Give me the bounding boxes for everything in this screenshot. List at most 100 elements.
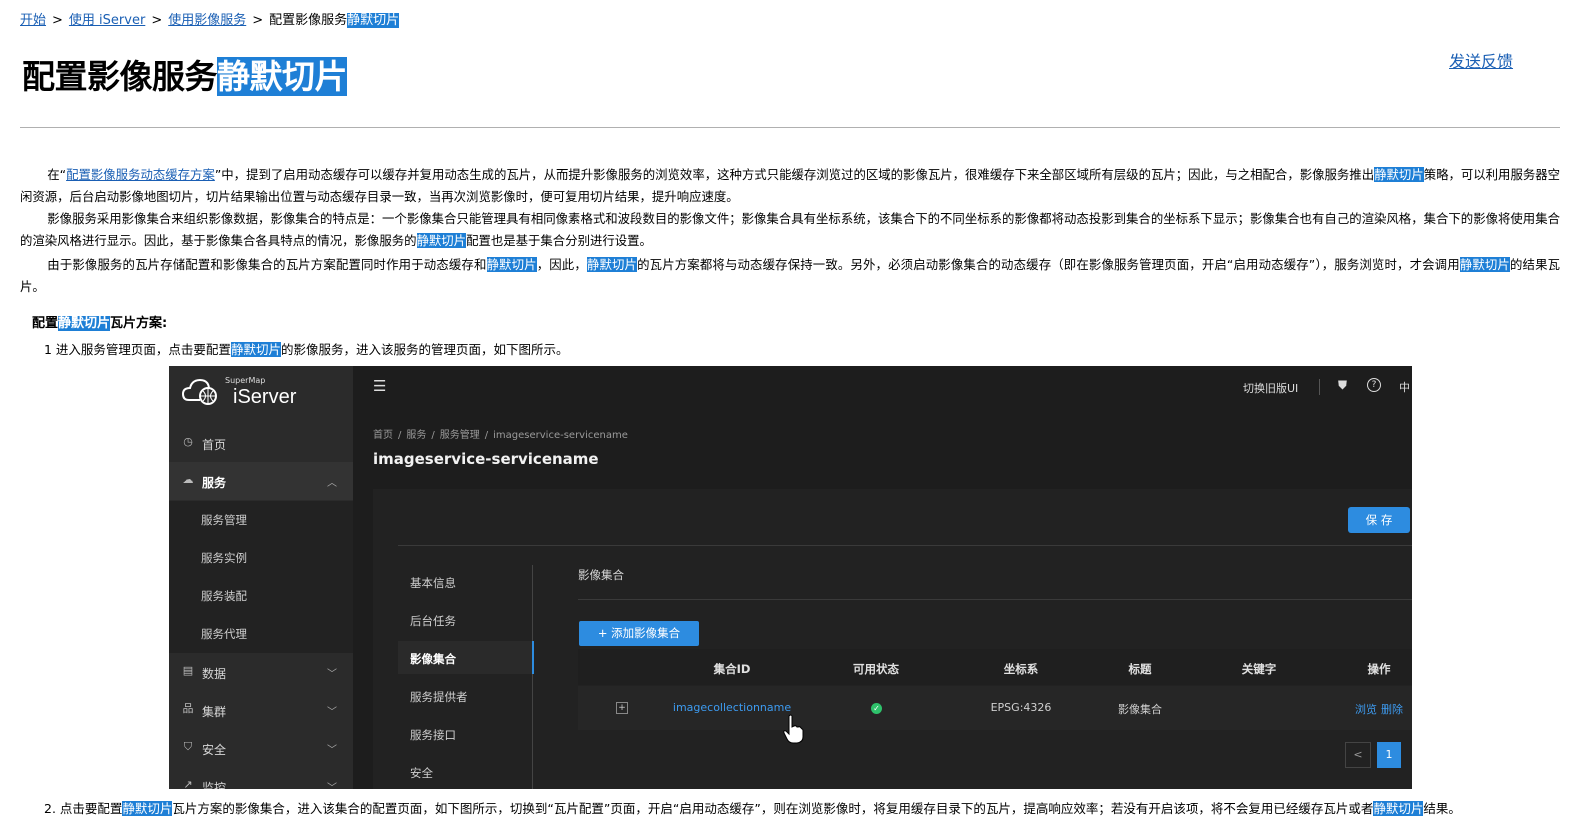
- search-highlight: 静默切片: [486, 257, 537, 272]
- step-text: 的影像服务，进入该服务的管理页面，如下图所示。: [280, 342, 569, 357]
- tab-image-collections[interactable]: 影像集合: [398, 641, 534, 674]
- search-highlight: 静默切片: [1459, 257, 1510, 272]
- sidebar-item-label: 首页: [202, 438, 227, 452]
- sidebar-item-label: 服务实例: [201, 551, 247, 565]
- iserver-screenshot: SuperMap iServer ◷ 首页 ☁ 服务 ︿ 服务管理 服务实例 服…: [169, 366, 1412, 789]
- sidebar-item-security[interactable]: ⛉ 安全 ﹀: [169, 729, 353, 767]
- search-highlight: 静默切片: [1374, 167, 1424, 182]
- title-divider: [20, 127, 1560, 128]
- sidebar-item-home[interactable]: ◷ 首页: [169, 424, 353, 462]
- breadcrumb-separator: >: [252, 13, 264, 28]
- tab-service-providers[interactable]: 服务提供者: [398, 679, 532, 712]
- send-feedback-link[interactable]: 发送反馈: [1449, 48, 1513, 72]
- sidebar-item-label: 服务: [202, 476, 227, 490]
- paragraph-text: 影像服务采用影像集合来组织影像数据，影像集合的特点是：一个影像集合只能管理具有相…: [20, 211, 1560, 248]
- add-collection-button[interactable]: + 添加影像集合: [579, 621, 699, 646]
- sidebar-item-label: 安全: [202, 743, 227, 757]
- switch-old-ui-link[interactable]: 切换旧版UI: [1243, 380, 1298, 396]
- sidebar-subitem-service-management[interactable]: 服务管理: [169, 501, 353, 539]
- cluster-icon: 品: [182, 702, 194, 715]
- tab-basic-info[interactable]: 基本信息: [398, 565, 532, 598]
- check-circle-icon: ✓: [871, 703, 882, 714]
- tab-label: 服务提供者: [410, 690, 468, 704]
- chevron-down-icon: ﹀: [327, 783, 337, 789]
- column-header: 坐标系: [1003, 662, 1039, 676]
- chevron-down-icon: ﹀: [327, 669, 337, 680]
- theme-icon[interactable]: ⛊: [1338, 378, 1347, 393]
- paragraph-text: 由于影像服务的瓦片存储配置和影像集合的瓦片方案配置同时作用于动态缓存和: [47, 257, 487, 272]
- breadcrumb-use-iserver-link[interactable]: 使用 iServer: [69, 13, 145, 28]
- crumb-home[interactable]: 首页: [373, 430, 393, 441]
- sidebar-item-label: 服务代理: [201, 627, 247, 641]
- tab-label: 基本信息: [410, 576, 456, 590]
- sidebar-item-monitor[interactable]: ↗ 监控 ﹀: [169, 767, 353, 789]
- collection-paragraph: 影像服务采用影像集合来组织影像数据，影像集合的特点是：一个影像集合只能管理具有相…: [20, 208, 1560, 252]
- tile-scheme-paragraph: 由于影像服务的瓦片存储配置和影像集合的瓦片方案配置同时作用于动态缓存和静默切片，…: [20, 254, 1560, 298]
- hand-cursor-icon: [783, 714, 804, 744]
- title-cell: 影像集合: [1118, 703, 1162, 716]
- crs-cell: EPSG:4326: [990, 701, 1052, 714]
- crumb-service-management[interactable]: 服务管理: [440, 430, 480, 441]
- tab-security[interactable]: 安全: [398, 755, 532, 788]
- search-highlight: 静默切片: [217, 57, 348, 96]
- crumb-services[interactable]: 服务: [406, 430, 426, 441]
- actions-cell: 浏览 删除: [1353, 701, 1405, 717]
- crumb-separator: /: [484, 430, 489, 441]
- tab-background-tasks[interactable]: 后台任务: [398, 603, 532, 636]
- crumb-separator: /: [398, 430, 402, 441]
- collection-section-title: 影像集合: [578, 568, 624, 582]
- step-text: 瓦片方案的影像集合，进入该集合的配置页面，如下图所示，切换到“瓦片配置”页面，开…: [172, 801, 1374, 816]
- tab-service-interfaces[interactable]: 服务接口: [398, 717, 532, 750]
- breadcrumb: 开始 > 使用 iServer > 使用影像服务 > 配置影像服务静默切片: [20, 9, 400, 28]
- delete-link[interactable]: 删除: [1381, 703, 1403, 716]
- database-icon: ▤: [182, 664, 194, 677]
- column-header: 可用状态: [853, 662, 899, 676]
- search-highlight: 静默切片: [58, 316, 111, 331]
- prev-page-button[interactable]: <: [1345, 742, 1371, 768]
- paragraph-text: 的瓦片方案都将与动态缓存保持一致。另外，必须启动影像集合的动态缓存（即在影像服务…: [637, 257, 1460, 272]
- page-button[interactable]: 1: [1377, 742, 1401, 768]
- sidebar-item-label: 监控: [202, 781, 227, 789]
- chevron-up-icon: ︿: [327, 478, 337, 489]
- brand-name: iServer: [233, 386, 297, 408]
- sidebar-subitem-service-instance[interactable]: 服务实例: [169, 539, 353, 577]
- sidebar-subitem-service-proxy[interactable]: 服务代理: [169, 615, 353, 653]
- iserver-topbar: ☰ 切换旧版UI ⛊ ? 中: [353, 366, 1412, 408]
- dynamic-cache-link[interactable]: 配置影像服务动态缓存方案: [66, 167, 215, 182]
- column-header: 集合ID: [713, 662, 751, 676]
- language-switch[interactable]: 中: [1399, 379, 1410, 395]
- iserver-logo: SuperMap iServer: [181, 374, 341, 414]
- sidebar-item-data[interactable]: ▤ 数据 ﹀: [169, 653, 353, 691]
- expand-row-icon[interactable]: +: [616, 702, 628, 714]
- help-icon[interactable]: ?: [1367, 378, 1381, 392]
- service-panel: 保 存 基本信息 后台任务 影像集合 服务提供者 服务接口 安全 影像集合 + …: [373, 489, 1412, 789]
- tab-label: 后台任务: [410, 614, 456, 628]
- iserver-breadcrumb: 首页 / 服务 / 服务管理 / imageservice-servicename: [373, 426, 628, 441]
- step-1-text: 1 进入服务管理页面，点击要配置静默切片的影像服务，进入该服务的管理页面，如下图…: [44, 339, 568, 358]
- sidebar-item-label: 服务装配: [201, 589, 247, 603]
- breadcrumb-use-image-service-link[interactable]: 使用影像服务: [168, 13, 246, 28]
- chevron-down-icon: ﹀: [327, 707, 337, 718]
- heading-text: 瓦片方案:: [110, 316, 168, 331]
- sidebar-item-cluster[interactable]: 品 集群 ﹀: [169, 691, 353, 729]
- collection-divider: [578, 599, 1412, 600]
- table-header: 集合ID 可用状态 坐标系 标题 关键字 操作: [578, 649, 1412, 685]
- collection-id-link[interactable]: imagecollectionname: [673, 701, 791, 714]
- paragraph-text: 配置也是基于集合分别进行设置。: [466, 233, 652, 248]
- save-button[interactable]: 保 存: [1348, 507, 1410, 533]
- menu-fold-icon[interactable]: ☰: [373, 377, 386, 395]
- breadcrumb-start-link[interactable]: 开始: [20, 13, 46, 28]
- sidebar-subitem-service-assembly[interactable]: 服务装配: [169, 577, 353, 615]
- panel-divider: [398, 545, 1412, 546]
- step-text: 2. 点击要配置: [44, 801, 123, 816]
- step-2-text: 2. 点击要配置静默切片瓦片方案的影像集合，进入该集合的配置页面，如下图所示，切…: [44, 798, 1461, 817]
- search-highlight: 静默切片: [416, 233, 467, 248]
- cloud-icon: ☁: [182, 473, 194, 486]
- sidebar-item-services[interactable]: ☁ 服务 ︿: [169, 462, 353, 500]
- breadcrumb-separator: >: [52, 13, 63, 28]
- browse-link[interactable]: 浏览: [1355, 703, 1377, 716]
- step-text: 结果。: [1423, 801, 1461, 816]
- column-header: 标题: [1128, 662, 1152, 676]
- brand-small-text: SuperMap: [225, 376, 266, 385]
- crumb-separator: /: [431, 430, 435, 441]
